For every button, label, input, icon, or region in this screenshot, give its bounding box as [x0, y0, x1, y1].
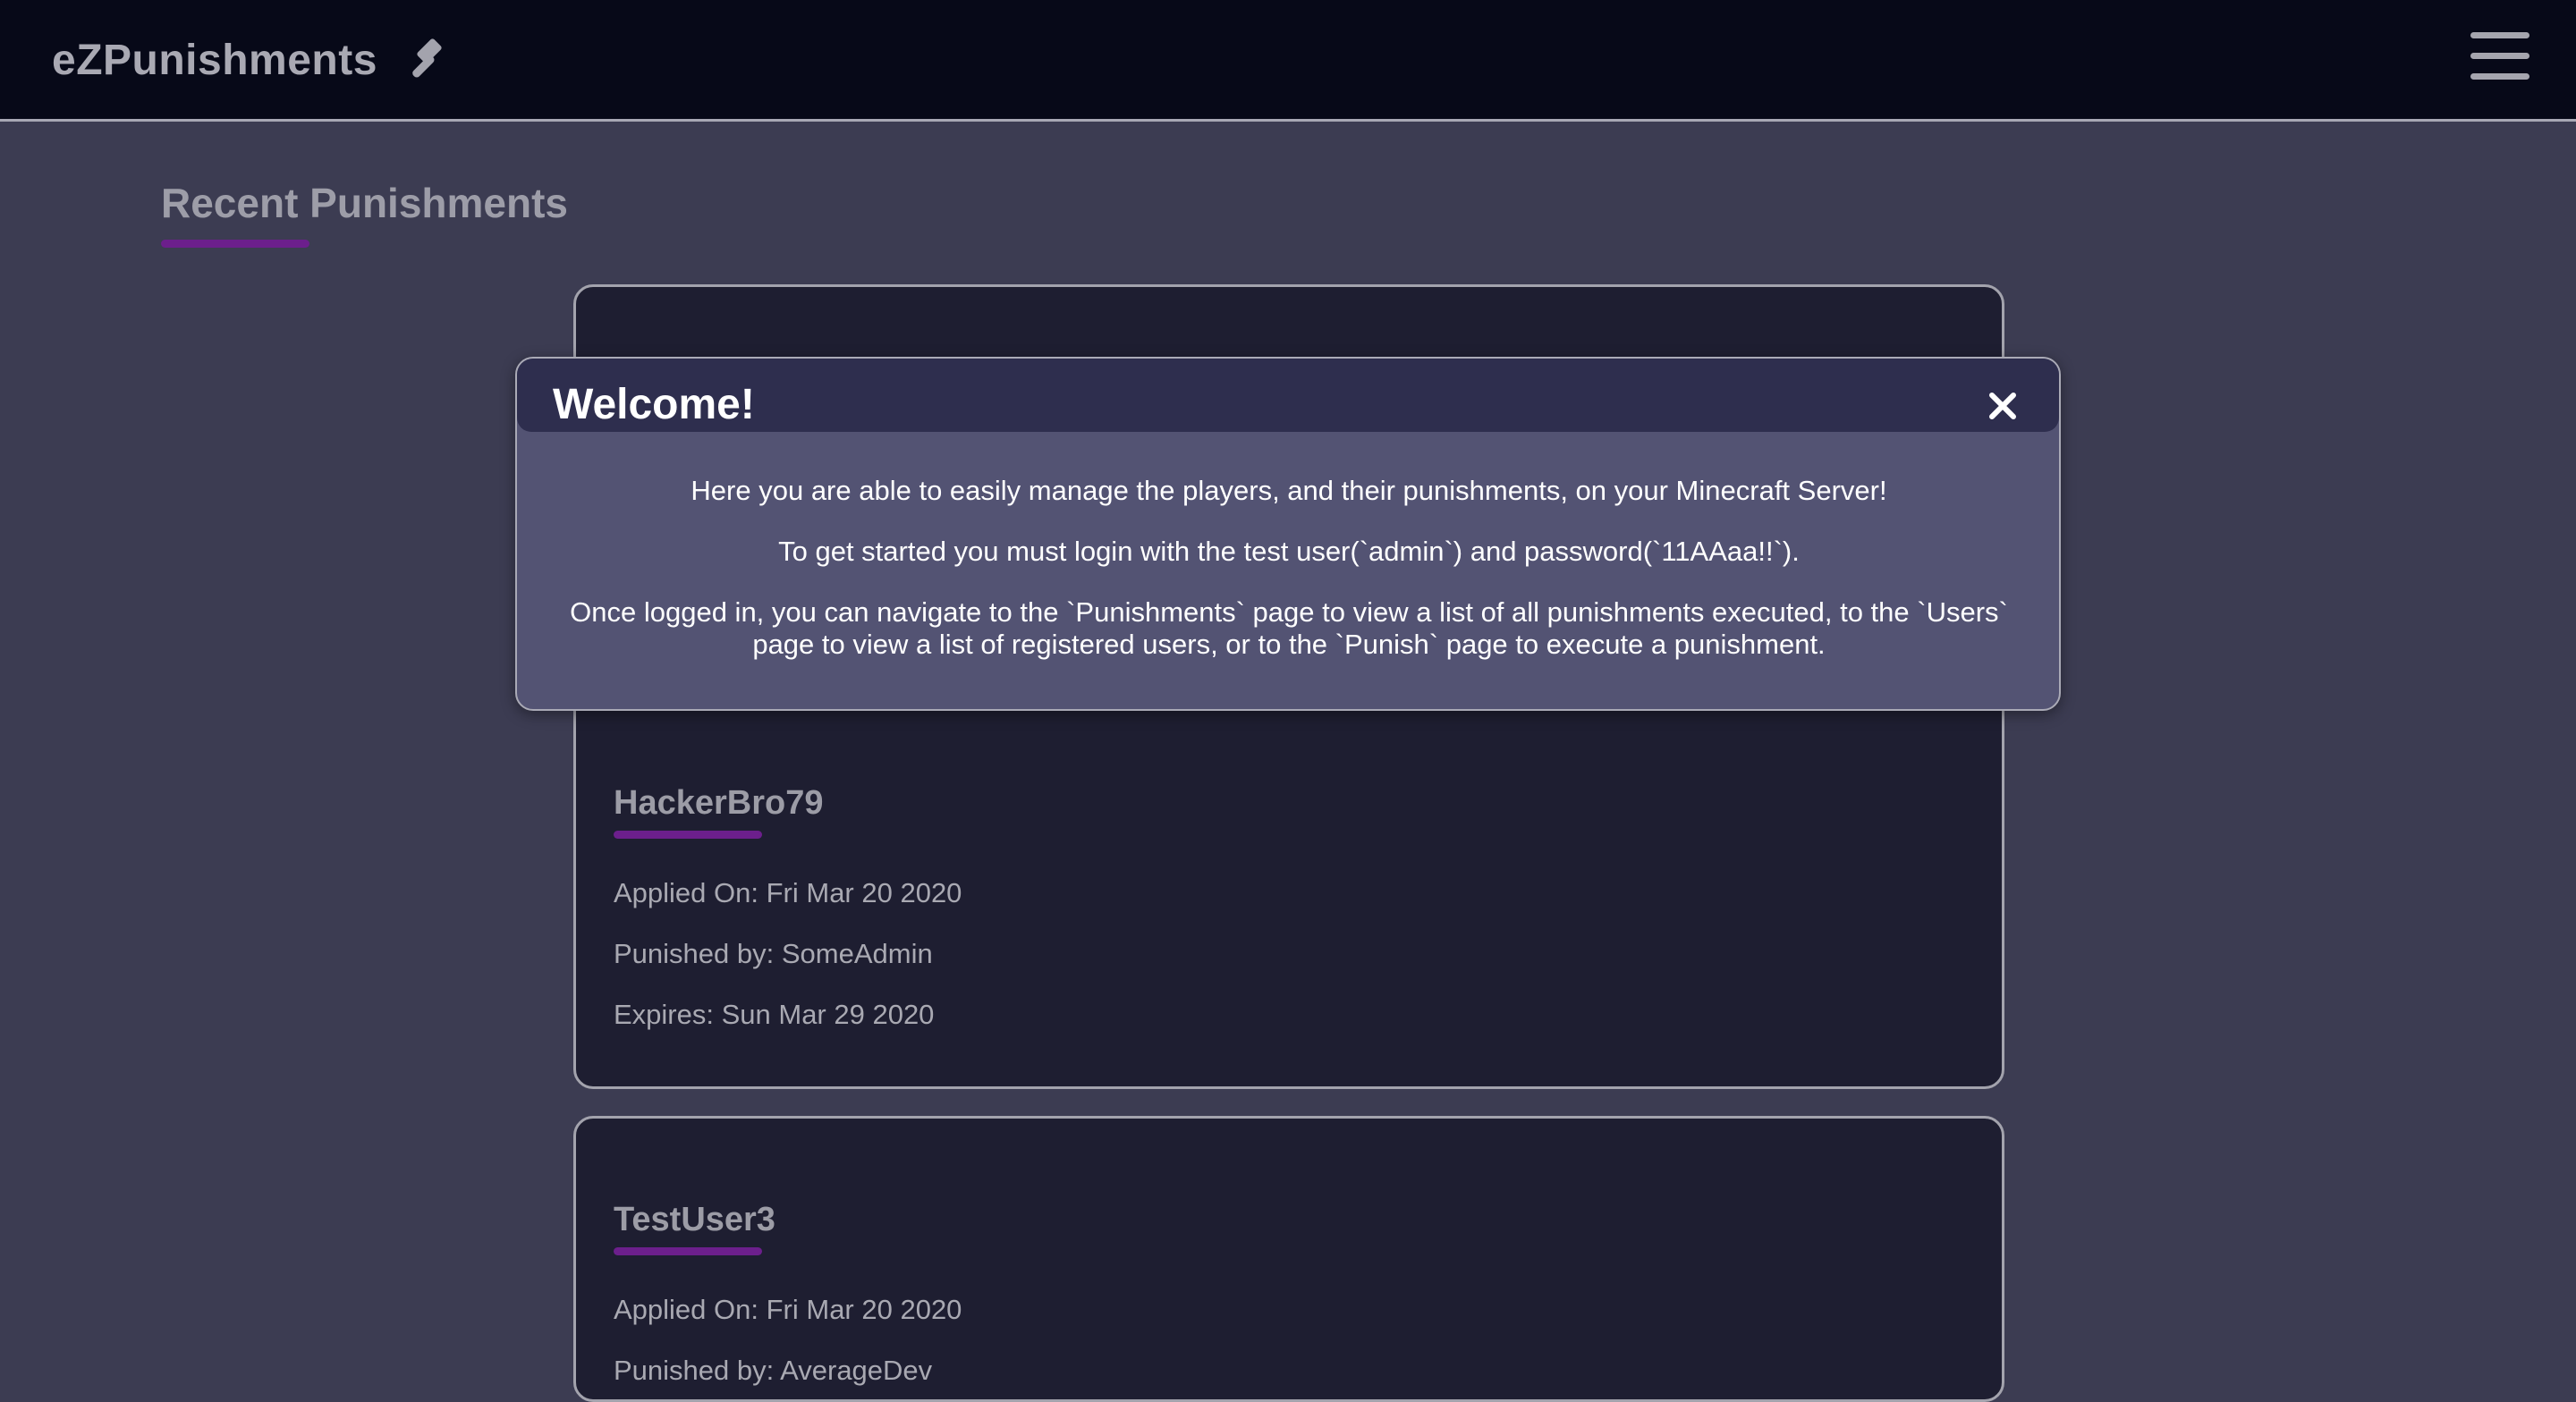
- modal-paragraph: To get started you must login with the t…: [778, 536, 1800, 567]
- expires-text: Expires: Sun Mar 29 2020: [614, 999, 935, 1030]
- page-title: Recent Punishments: [161, 180, 568, 226]
- punishment-card[interactable]: TestUser3 Applied On: Fri Mar 20 2020 Pu…: [573, 1116, 2004, 1402]
- modal-paragraph: Once logged in, you can navigate to the …: [570, 596, 2008, 660]
- modal-body: Here you are able to easily manage the p…: [553, 475, 2025, 689]
- punished-by-text: Punished by: SomeAdmin: [614, 938, 933, 969]
- title-underline: [161, 240, 309, 248]
- hamburger-menu-icon[interactable]: [2470, 30, 2529, 82]
- applied-on-text: Applied On: Fri Mar 20 2020: [614, 1294, 962, 1325]
- brand-title[interactable]: eZPunishments: [52, 36, 377, 85]
- modal-paragraph: Here you are able to easily manage the p…: [691, 475, 1887, 506]
- modal-title: Welcome!: [553, 381, 755, 428]
- punished-player-name[interactable]: TestUser3: [614, 1201, 775, 1239]
- gavel-icon: [412, 38, 442, 78]
- applied-on-text: Applied On: Fri Mar 20 2020: [614, 877, 962, 908]
- brand[interactable]: eZPunishments: [52, 34, 454, 86]
- punished-player-name[interactable]: HackerBro79: [614, 784, 823, 823]
- name-underline: [614, 1247, 762, 1255]
- navbar: eZPunishments: [0, 0, 2576, 122]
- punished-by-text: Punished by: AverageDev: [614, 1355, 933, 1386]
- close-icon[interactable]: [1987, 391, 2018, 421]
- welcome-modal: Welcome! Here you are able to easily man…: [515, 357, 2061, 711]
- name-underline: [614, 831, 762, 839]
